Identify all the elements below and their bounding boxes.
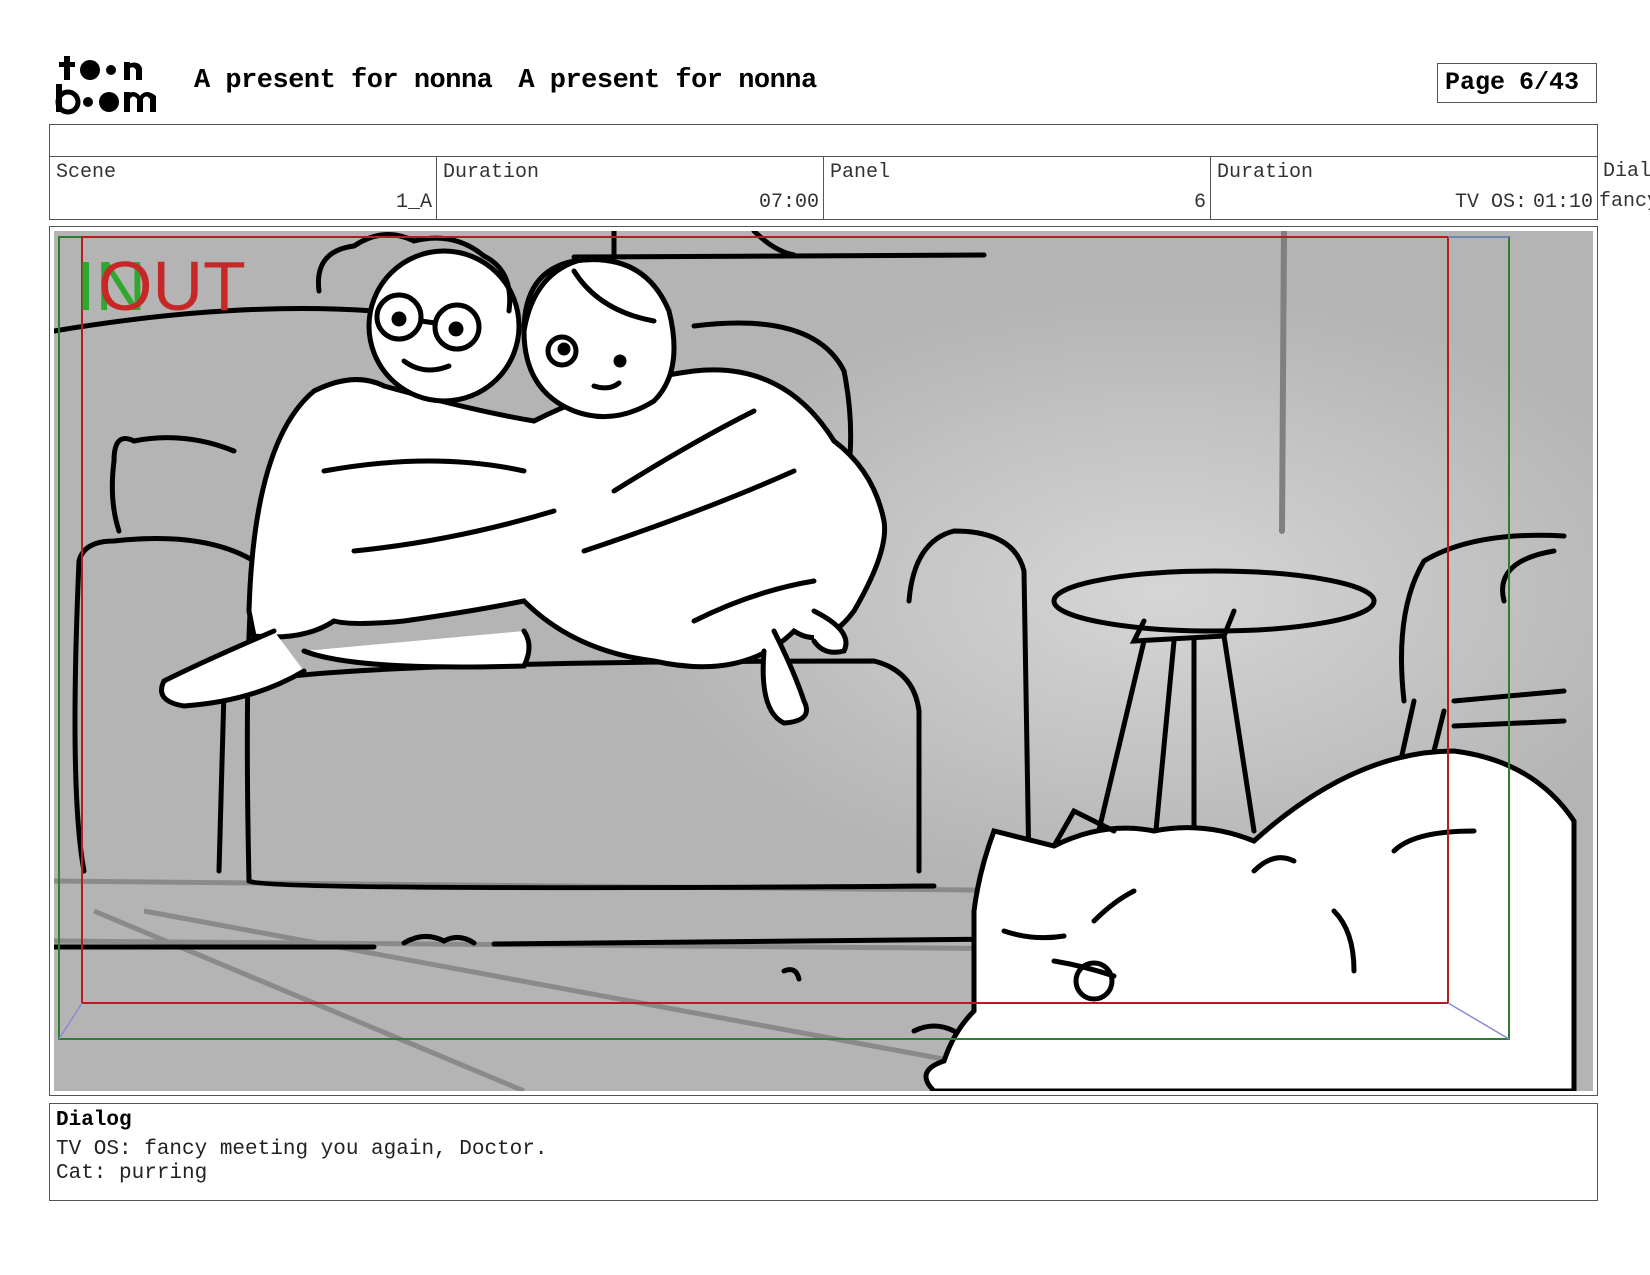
dialog-line: TV OS: fancy meeting you again, Doctor. — [56, 1138, 548, 1161]
scene-cell: Scene 1_A — [49, 156, 437, 220]
in-out-markers: IN OUT — [76, 251, 246, 321]
panel-duration-label: Duration — [1217, 161, 1314, 184]
panel-drawing — [54, 231, 1593, 1091]
panel-cell: Panel 6 — [823, 156, 1211, 220]
sequence-title: A present for nonna — [518, 66, 817, 96]
dialog-column-value: fancy — [1599, 190, 1650, 213]
panel-label: Panel — [830, 161, 891, 184]
page-label: Page — [1445, 68, 1506, 97]
page-indicator: Page 6/43 — [1437, 63, 1597, 103]
page-number: 6/43 — [1519, 68, 1580, 97]
document-title: A present for nonna A present for nonna — [194, 66, 817, 96]
panel-info-row: Scene 1_A Duration 07:00 Panel 6 Duratio… — [49, 156, 1650, 220]
dialog-line: Cat: purring — [56, 1162, 208, 1185]
panel-duration-cell: Duration TV OS: 01:10 — [1210, 156, 1598, 220]
out-marker: OUT — [98, 247, 246, 325]
scene-value: 1_A — [395, 191, 432, 214]
dialog-column-label: Dial — [1603, 160, 1650, 183]
dialog-column-cell: Dial fancy — [1597, 156, 1650, 220]
panel-duration-value: 01:10 — [1532, 191, 1593, 214]
panel-duration-overlap-text: TV OS: — [1454, 191, 1527, 214]
scene-duration-label: Duration — [443, 161, 540, 184]
toon-boom-logo — [54, 54, 170, 116]
blank-header-row — [49, 124, 1598, 157]
scene-duration-cell: Duration 07:00 — [436, 156, 824, 220]
storyboard-panel: IN OUT — [49, 226, 1598, 1096]
panel-value: 6 — [1193, 191, 1206, 214]
dialog-heading: Dialog — [56, 1109, 132, 1132]
dialog-box: Dialog TV OS: fancy meeting you again, D… — [49, 1103, 1598, 1201]
project-title: A present for nonna — [194, 66, 493, 96]
scene-label: Scene — [56, 161, 117, 184]
scene-duration-value: 07:00 — [758, 191, 819, 214]
